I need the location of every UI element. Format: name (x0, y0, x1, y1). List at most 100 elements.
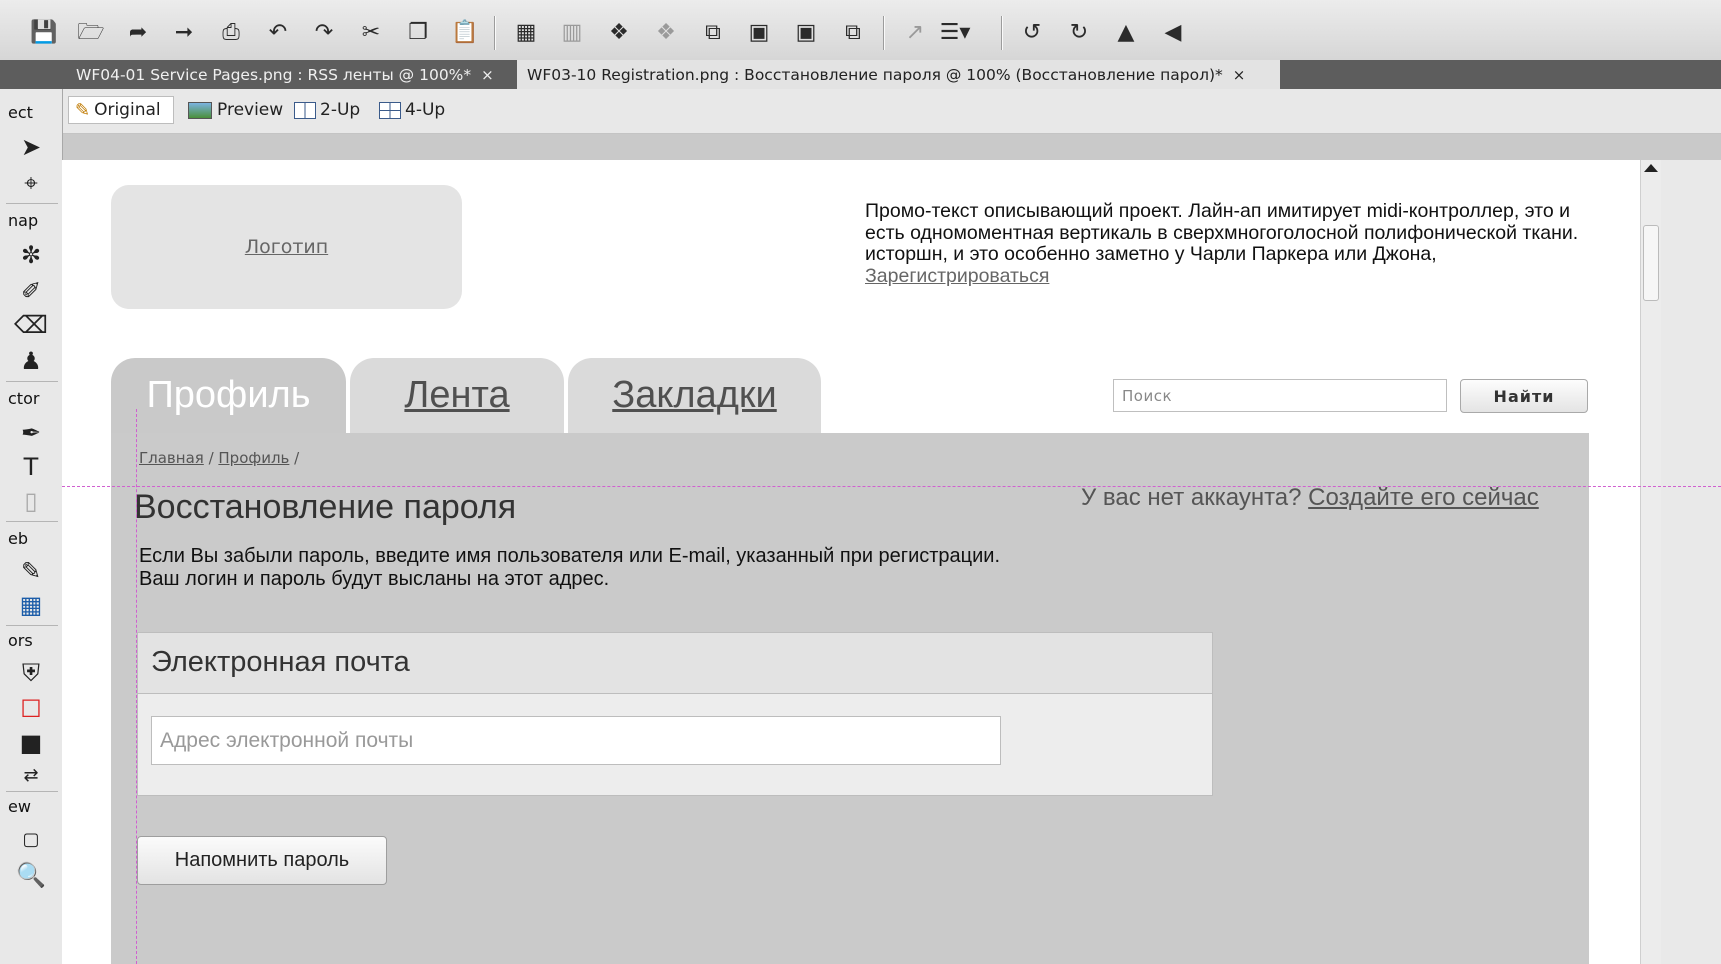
tab-password-recovery[interactable]: WF03-10 Registration.png : Восстановлени… (517, 60, 1280, 89)
horizontal-guide[interactable] (62, 486, 1721, 487)
logo-placeholder[interactable]: Логотип (111, 185, 462, 309)
tab-feed[interactable]: Лента (350, 358, 564, 433)
two-up-icon (294, 101, 316, 119)
screen-mode-icon[interactable]: ▢ (14, 823, 48, 855)
view-2up-button[interactable]: 2-Up (294, 96, 360, 124)
ungroup-icon[interactable]: ▥ (557, 18, 587, 48)
email-field[interactable]: Адрес электронной почты (151, 716, 1001, 765)
view-2up-label: 2-Up (320, 100, 361, 120)
zoom-icon[interactable]: 🔍 (14, 859, 48, 891)
create-account-link[interactable]: Создайте его сейчас (1308, 484, 1539, 511)
open-icon[interactable]: 🗁 (76, 18, 106, 48)
tab-bookmarks[interactable]: Закладки (568, 358, 821, 433)
print-icon[interactable]: ⎙ (216, 18, 246, 48)
search-input[interactable]: Поиск (1113, 379, 1447, 412)
distribute-icon[interactable]: ↗ (900, 18, 930, 48)
flip-vertical-icon[interactable]: ◀ (1158, 18, 1188, 48)
tab-profile-label: Профиль (146, 374, 311, 416)
view-original-button[interactable]: ✎ Original (68, 96, 174, 124)
send-back-icon[interactable]: ⧉ (838, 18, 868, 48)
pen-icon[interactable]: ✒ (14, 417, 48, 449)
paste-icon[interactable]: 📋 (450, 18, 480, 48)
scrollbar-thumb[interactable] (1643, 225, 1659, 301)
breadcrumb: Главная / Профиль / (139, 449, 299, 467)
remind-password-button[interactable]: Напомнить пароль (137, 836, 387, 885)
import-icon[interactable]: ➦ (123, 18, 153, 48)
slice-icon[interactable]: ▦ (14, 589, 48, 621)
four-up-icon (379, 101, 401, 119)
breadcrumb-separator: / (289, 449, 300, 467)
close-icon[interactable]: × (1233, 66, 1246, 84)
bring-front-icon[interactable]: ▣ (744, 18, 774, 48)
image-icon (188, 101, 212, 119)
view-original-label: Original (94, 100, 161, 120)
search-button-label: Найти (1493, 386, 1555, 406)
tab-feed-label: Лента (404, 374, 510, 416)
align-icon[interactable]: ☰▾ (940, 18, 971, 48)
breadcrumb-home[interactable]: Главная (139, 449, 204, 467)
main-toolbar: 💾 🗁 ➦ ➞ ⎙ ↶ ↷ ✂ ❐ 📋 ▦ ▥ ❖ ❖ ⧉ ▣ ▣ ⧉ ↗ ☰▾… (0, 0, 1721, 61)
rotate-right-icon[interactable]: ↻ (1064, 18, 1094, 48)
tab-label: WF03-10 Registration.png : Восстановлени… (527, 65, 1223, 84)
view-preview-button[interactable]: Preview (188, 96, 283, 124)
email-field-label: Электронная почта (151, 646, 410, 678)
register-link[interactable]: Зарегистрироваться (865, 265, 1049, 287)
lasso-icon[interactable]: ✼ (14, 239, 48, 271)
pointer-icon[interactable]: ➤ (14, 131, 48, 163)
view-4up-button[interactable]: 4-Up (379, 96, 445, 124)
promo-body: Промо-текст описывающий проект. Лайн-ап … (865, 200, 1579, 265)
promo-text: Промо-текст описывающий проект. Лайн-ап … (865, 200, 1585, 287)
tools-section-view: ew (8, 797, 31, 816)
group-icon[interactable]: ▦ (511, 18, 541, 48)
no-account-prompt: У вас нет аккаунта? Создайте его сейчас (1081, 484, 1539, 512)
description-text: Если Вы забыли пароль, введите имя польз… (139, 545, 1001, 590)
redo-icon[interactable]: ↷ (309, 18, 339, 48)
cut-icon[interactable]: ✂ (356, 18, 386, 48)
export-icon[interactable]: ➞ (169, 18, 199, 48)
send-backward-icon[interactable]: ▣ (791, 18, 821, 48)
view-mode-bar: ✎ Original Preview 2-Up 4-Up (62, 89, 1721, 134)
vertical-guide[interactable] (136, 409, 137, 964)
remind-password-label: Напомнить пароль (174, 849, 350, 871)
crop-icon[interactable]: ⌖ (14, 167, 48, 199)
join-icon[interactable]: ❖ (604, 18, 634, 48)
save-icon[interactable]: 💾 (29, 18, 59, 48)
tab-label: WF04-01 Service Pages.png : RSS ленты @ … (76, 65, 472, 84)
paint-bucket-icon[interactable]: ⛨ (14, 657, 48, 689)
scroll-up-icon[interactable] (1644, 164, 1658, 172)
flip-horizontal-icon[interactable]: ▲ (1111, 18, 1141, 48)
brush-icon[interactable]: ✐ (14, 275, 48, 307)
tab-profile[interactable]: Профиль (111, 358, 346, 433)
workspace-margin (1661, 160, 1721, 964)
canvas-header-strip (62, 134, 1721, 160)
tab-bookmarks-label: Закладки (612, 374, 777, 416)
breadcrumb-profile[interactable]: Профиль (218, 449, 289, 467)
document-tabs: WF04-01 Service Pages.png : RSS ленты @ … (0, 60, 1721, 89)
copy-icon[interactable]: ❐ (403, 18, 433, 48)
search-button[interactable]: Найти (1460, 379, 1588, 413)
stamp-icon[interactable]: ♟ (14, 345, 48, 377)
pencil-icon: ✎ (75, 99, 91, 121)
tools-section-colors: ors (8, 631, 33, 650)
bring-forward-icon[interactable]: ⧉ (698, 18, 728, 48)
view-preview-label: Preview (217, 100, 284, 120)
close-icon[interactable]: × (481, 66, 494, 84)
swap-colors-icon[interactable]: ⇄ (14, 759, 48, 791)
eraser-icon[interactable]: ⌫ (14, 309, 48, 341)
text-icon[interactable]: T (14, 451, 48, 483)
tools-section-bitmap: nap (8, 211, 39, 230)
split-icon[interactable]: ❖ (651, 18, 681, 48)
tools-section-web: eb (8, 529, 28, 548)
rotate-left-icon[interactable]: ↺ (1017, 18, 1047, 48)
hotspot-icon[interactable]: ✎ (14, 555, 48, 587)
logo-link[interactable]: Логотип (245, 236, 328, 258)
tab-rss-feeds[interactable]: WF04-01 Service Pages.png : RSS ленты @ … (66, 60, 512, 89)
stroke-color-icon[interactable]: ☐ (14, 693, 48, 725)
undo-icon[interactable]: ↶ (263, 18, 293, 48)
view-4up-label: 4-Up (405, 100, 446, 120)
breadcrumb-separator: / (203, 449, 219, 467)
search-placeholder: Поиск (1122, 386, 1173, 405)
vertical-scrollbar[interactable] (1640, 160, 1662, 964)
fill-color-icon[interactable]: ■ (14, 727, 48, 759)
knife-icon[interactable]: ▯ (14, 485, 48, 517)
